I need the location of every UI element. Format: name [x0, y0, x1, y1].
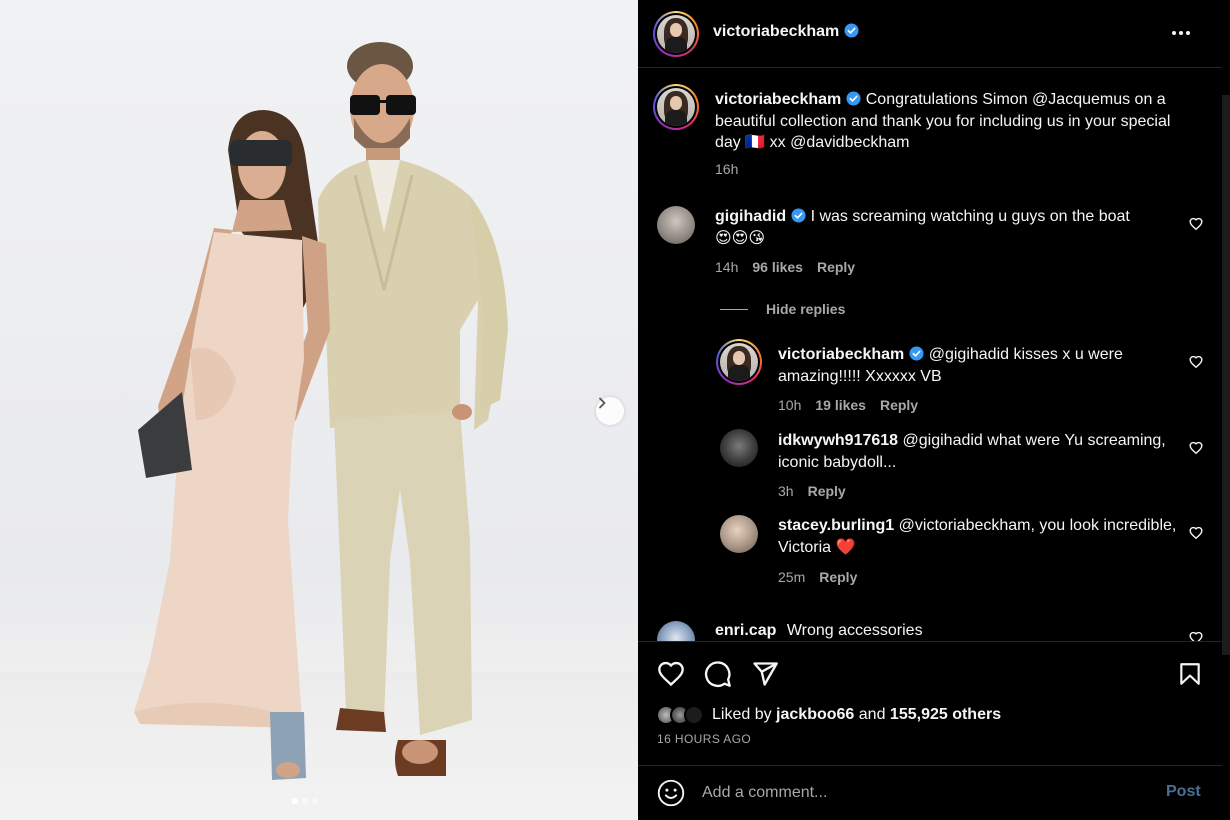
- caption-time[interactable]: 16h: [715, 161, 738, 177]
- liked-by-user[interactable]: jackboo66: [776, 706, 854, 723]
- reply-time[interactable]: 25m: [778, 569, 805, 585]
- comment-emojis: 😍😍😘: [715, 229, 766, 247]
- caption-tail: xx @davidbeckham: [769, 134, 910, 151]
- more-horizontal-icon: [1172, 31, 1176, 35]
- comments-list[interactable]: victoriabeckham Congratulations Simon @J…: [638, 69, 1222, 641]
- liked-by-row: Liked by jackboo66 and 155,925 others: [656, 705, 1001, 725]
- comment-enri-cap: enri.cap Wrong accessories: [715, 620, 1175, 641]
- carousel-dot: [302, 798, 308, 804]
- reply-stacey-burling1: stacey.burling1 @victoriabeckham, you lo…: [778, 515, 1178, 558]
- send-icon[interactable]: [751, 660, 779, 688]
- comment-likes[interactable]: 96 likes: [752, 259, 803, 275]
- woman-figure: [134, 110, 330, 780]
- flag-emoji: 🇫🇷: [745, 134, 766, 151]
- caption-avatar[interactable]: [653, 84, 699, 130]
- author-avatar[interactable]: [653, 11, 699, 57]
- reply-idkwywh917618: idkwywh917618 @gigihadid what were Yu sc…: [778, 430, 1178, 473]
- hide-replies-label: Hide replies: [766, 301, 846, 317]
- carousel-dot: [312, 798, 318, 804]
- post-timestamp[interactable]: 16 HOURS AGO: [657, 732, 751, 746]
- reply-likes[interactable]: 19 likes: [815, 397, 866, 413]
- more-dot: [1179, 31, 1183, 35]
- commenter-avatar[interactable]: [657, 621, 695, 641]
- verified-badge-icon: [791, 208, 806, 223]
- comment-username[interactable]: enri.cap: [715, 622, 776, 639]
- carousel-indicator: [292, 798, 318, 804]
- comment-input[interactable]: [702, 781, 1142, 805]
- liker-avatar[interactable]: [684, 705, 704, 725]
- bookmark-icon[interactable]: [1177, 660, 1203, 688]
- author-name-row: victoriabeckham: [713, 23, 859, 41]
- post-comment-button[interactable]: Post: [1166, 783, 1201, 801]
- background-edge: [1222, 95, 1230, 655]
- reply-time[interactable]: 3h: [778, 483, 794, 499]
- verified-badge-icon: [844, 23, 859, 38]
- reply-avatar[interactable]: [720, 429, 758, 467]
- commenter-avatar[interactable]: [657, 206, 695, 244]
- caption-username[interactable]: victoriabeckham: [715, 91, 841, 108]
- emoji-icon[interactable]: [657, 779, 685, 807]
- divider: [720, 308, 748, 310]
- man-figure: [318, 42, 508, 776]
- liked-by-count[interactable]: 155,925 others: [890, 706, 1001, 723]
- comment-meta: 14h 96 likes Reply: [715, 259, 855, 275]
- post-actions: Liked by jackboo66 and 155,925 others 16…: [638, 641, 1222, 765]
- reply-username[interactable]: stacey.burling1: [778, 517, 894, 534]
- comment-like-heart-icon[interactable]: [1189, 631, 1203, 641]
- reply-button[interactable]: Reply: [880, 397, 918, 413]
- reply-meta: 10h 19 likes Reply: [778, 397, 918, 413]
- comment-time[interactable]: 14h: [715, 259, 738, 275]
- comment-icon[interactable]: [704, 660, 732, 688]
- liked-by-prefix: Liked by: [712, 706, 772, 723]
- reply-button[interactable]: Reply: [819, 569, 857, 585]
- post-side-panel: victoriabeckham victoriabeckham Congratu…: [638, 0, 1230, 820]
- comment-like-heart-icon[interactable]: [1189, 217, 1203, 231]
- comment-gigihadid: gigihadid I was screaming watching u guy…: [715, 206, 1175, 249]
- hide-replies-button[interactable]: Hide replies: [720, 301, 845, 317]
- post-header: victoriabeckham: [638, 0, 1222, 68]
- more-dot: [1186, 31, 1190, 35]
- comment-text: Wrong accessories: [786, 622, 923, 639]
- post-photo[interactable]: [0, 0, 638, 820]
- reply-victoriabeckham: victoriabeckham @gigihadid kisses x u we…: [778, 344, 1178, 387]
- carousel-next-button[interactable]: [596, 397, 624, 425]
- heart-icon[interactable]: [657, 660, 685, 688]
- chevron-right-icon: [599, 397, 606, 409]
- photo-illustration: [134, 42, 508, 780]
- heart-emoji: ❤️: [835, 538, 856, 556]
- verified-badge-icon: [909, 346, 924, 361]
- carousel-dot-active: [292, 798, 298, 804]
- reply-like-heart-icon[interactable]: [1189, 441, 1203, 455]
- reply-button[interactable]: Reply: [808, 483, 846, 499]
- reply-meta: 3h Reply: [778, 483, 846, 499]
- more-options-button[interactable]: [1168, 22, 1194, 44]
- reply-avatar[interactable]: [720, 515, 758, 553]
- reply-avatar[interactable]: [716, 339, 762, 385]
- author-username[interactable]: victoriabeckham: [713, 23, 839, 40]
- liked-by-joiner: and: [858, 706, 886, 723]
- post-caption: victoriabeckham Congratulations Simon @J…: [715, 89, 1190, 154]
- reply-meta: 25m Reply: [778, 569, 857, 585]
- caption-meta: 16h: [715, 161, 738, 177]
- verified-badge-icon: [846, 91, 861, 106]
- reply-time[interactable]: 10h: [778, 397, 801, 413]
- comment-username[interactable]: gigihadid: [715, 208, 786, 225]
- liked-by-text: Liked by jackboo66 and 155,925 others: [712, 706, 1001, 724]
- reply-button[interactable]: Reply: [817, 259, 855, 275]
- reply-username[interactable]: victoriabeckham: [778, 346, 904, 363]
- reply-like-heart-icon[interactable]: [1189, 355, 1203, 369]
- reply-like-heart-icon[interactable]: [1189, 526, 1203, 540]
- comment-text: I was screaming watching u guys on the b…: [810, 208, 1130, 225]
- comment-composer: Post: [638, 765, 1222, 820]
- reply-username[interactable]: idkwywh917618: [778, 432, 898, 449]
